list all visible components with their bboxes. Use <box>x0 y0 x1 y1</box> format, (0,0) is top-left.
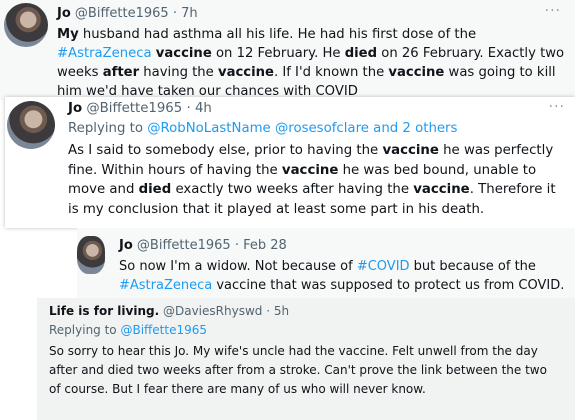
tweet-header: Jo @Biffette1965 · 4h <box>68 101 212 116</box>
separator-dot: · <box>172 6 177 21</box>
replying-to: Replying to @RobNoLastName @rosesofclare… <box>68 121 457 136</box>
tweet-text: So now I'm a widow. Not because of #COVI… <box>119 257 569 295</box>
replying-to-label: Replying to <box>49 323 121 337</box>
replying-to-label: Replying to <box>68 121 148 136</box>
tweet-card[interactable]: Life is for living. @DaviesRhyswd · 5h R… <box>37 298 575 420</box>
tweet-card[interactable]: Jo @Biffette1965 · 4h ··· Replying to @R… <box>5 97 575 228</box>
timestamp[interactable]: 7h <box>181 6 198 21</box>
more-options-icon[interactable]: ··· <box>545 3 561 19</box>
replying-to-mentions[interactable]: @RobNoLastName @rosesofclare and 2 other… <box>147 121 457 136</box>
bold-text: vaccine <box>382 143 439 158</box>
avatar[interactable] <box>4 3 48 47</box>
text-run: having the <box>139 65 218 80</box>
tweet-header: Jo @Biffette1965 · Feb 28 <box>119 238 287 253</box>
avatar[interactable] <box>7 101 55 149</box>
text-run: So now I'm a widow. Not because of <box>119 259 357 274</box>
replying-to: Replying to @Biffette1965 <box>49 323 207 337</box>
link-text[interactable]: #AstraZeneca <box>57 46 152 61</box>
replying-to-mentions[interactable]: @Biffette1965 <box>120 323 207 337</box>
bold-text: vaccine <box>413 182 470 197</box>
avatar[interactable] <box>77 236 105 274</box>
tweet-text: So sorry to hear this Jo. My wife's uncl… <box>49 342 554 399</box>
tweet-header: Jo @Biffette1965 · 7h <box>57 6 198 21</box>
more-options-icon[interactable]: ··· <box>549 99 565 115</box>
separator-dot: · <box>186 101 191 116</box>
tweet-card[interactable]: Jo @Biffette1965 · Feb 28 So now I'm a w… <box>77 228 575 298</box>
text-run: . If I'd known the <box>273 65 389 80</box>
bold-text: vaccine <box>155 46 212 61</box>
text-run: on 12 February. He <box>211 46 345 61</box>
link-text[interactable]: @rosesofclare <box>275 121 369 136</box>
tweet-header: Life is for living. @DaviesRhyswd · 5h <box>49 304 289 318</box>
link-text[interactable]: @Biffette1965 <box>120 323 207 337</box>
tweet-text: My husband had asthma all his life. He h… <box>57 25 565 101</box>
display-name[interactable]: Life is for living. <box>49 304 159 318</box>
display-name[interactable]: Jo <box>119 238 133 253</box>
link-text[interactable]: #COVID <box>357 259 410 274</box>
bold-text: after <box>102 65 140 80</box>
bold-text: vaccine <box>281 162 339 178</box>
user-handle[interactable]: @Biffette1965 <box>86 101 182 116</box>
display-name[interactable]: Jo <box>57 6 71 21</box>
timestamp[interactable]: 5h <box>274 304 289 318</box>
text-run: As I said to somebody else, prior to hav… <box>68 143 383 158</box>
tweet-text: As I said to somebody else, prior to hav… <box>68 141 568 219</box>
user-handle[interactable]: @Biffette1965 <box>75 6 169 21</box>
link-text[interactable]: and 2 others <box>373 121 457 136</box>
user-handle[interactable]: @DaviesRhyswd <box>163 304 262 318</box>
text-run: but because of the <box>409 259 536 274</box>
text-run: So sorry to hear this Jo. My wife's uncl… <box>49 344 547 396</box>
tweet-card[interactable]: Jo @Biffette1965 · 7h ··· My husband had… <box>0 0 575 100</box>
separator-dot: · <box>266 304 271 318</box>
link-text[interactable]: #AstraZeneca <box>119 278 212 293</box>
user-handle[interactable]: @Biffette1965 <box>137 238 231 253</box>
display-name[interactable]: Jo <box>68 101 82 116</box>
text-run: exactly two weeks after having the <box>171 182 414 197</box>
timestamp[interactable]: Feb 28 <box>243 238 287 253</box>
bold-text: vaccine <box>217 65 274 80</box>
timestamp[interactable]: 4h <box>195 101 212 116</box>
bold-text: My <box>57 27 79 42</box>
bold-text: vaccine <box>388 65 445 80</box>
text-run: husband had asthma all his life. He had … <box>78 27 477 42</box>
bold-text: died <box>344 46 378 61</box>
link-text[interactable]: @RobNoLastName <box>147 121 271 136</box>
separator-dot: · <box>234 238 239 253</box>
bold-text: died <box>138 182 172 197</box>
text-run: vaccine that was supposed to protect us … <box>212 278 565 293</box>
